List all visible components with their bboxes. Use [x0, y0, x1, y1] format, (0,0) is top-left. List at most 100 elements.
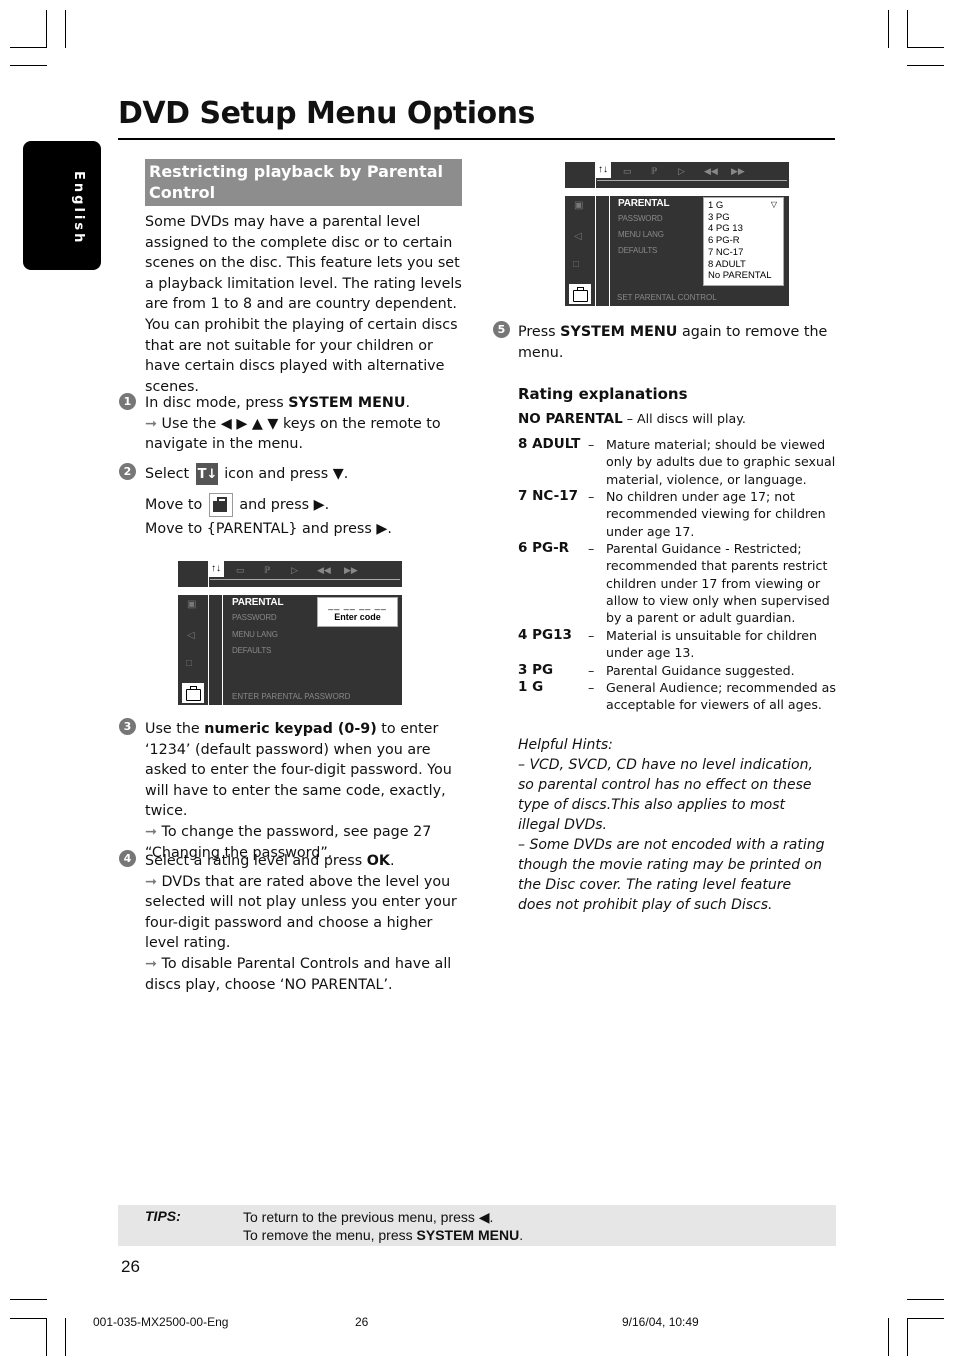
forward-icon: ▶▶: [731, 166, 745, 176]
osd-top-line: [597, 180, 787, 181]
rating-dash: –: [588, 663, 595, 678]
rewind-icon: ◀◀: [704, 166, 718, 176]
step-4-note-2: To disable Parental Controls and have al…: [145, 955, 452, 993]
tips-label: TIPS:: [145, 1208, 181, 1224]
crop-mark: [907, 47, 944, 48]
hint-item: – Some DVDs are not encoded with a ratin…: [518, 837, 825, 913]
tips-text: To return to the previous menu, press ◀.…: [243, 1208, 523, 1244]
rating-label: 3 PG: [518, 662, 554, 678]
rating-dash: –: [588, 628, 595, 643]
step-4: Select a rating level and press OK. ➞ DV…: [145, 851, 463, 995]
rewind-icon: ◀◀: [317, 565, 331, 575]
step-4-key: OK: [366, 853, 390, 869]
step-5-key: SYSTEM MENU: [560, 324, 678, 340]
subtitle-icon: □: [186, 658, 193, 669]
display-icon: ▭: [236, 565, 245, 575]
osd-top-line: [210, 579, 400, 580]
crop-mark: [907, 65, 944, 66]
rating-option[interactable]: No PARENTAL: [708, 270, 779, 282]
picture-icon: ▣: [574, 200, 584, 211]
step-5: Press SYSTEM MENU again to remove the me…: [518, 322, 833, 363]
crop-mark: [907, 1318, 944, 1319]
step-2-press-text: and press ▶.: [239, 497, 330, 513]
title-divider: [118, 138, 835, 140]
hints-title: Helpful Hints:: [518, 737, 613, 753]
tips-line-1: To return to the previous menu, press ◀.: [243, 1209, 494, 1225]
crop-mark: [888, 1318, 889, 1356]
footer-timestamp: 9/16/04, 10:49: [622, 1315, 699, 1329]
step-1-key: SYSTEM MENU: [288, 395, 406, 411]
osd-divider: [609, 196, 610, 306]
code-dashes: __ __ __ __: [328, 600, 387, 610]
step-1-text: In disc mode, press: [145, 395, 289, 411]
forward-icon: ▶▶: [344, 565, 358, 575]
tips-line-2: To remove the menu, press SYSTEM MENU.: [243, 1226, 523, 1244]
display-icon: ▭: [623, 166, 632, 176]
step-number-4: 4: [119, 850, 136, 867]
step-3-text: Use the: [145, 721, 205, 737]
step-2-line-1: Select icon and press ▼.: [145, 463, 465, 486]
speaker-icon: ◁: [574, 231, 582, 242]
osd-menu-password: PASSWORD: [232, 613, 277, 622]
osd-divider: [208, 561, 209, 705]
tips-line-2-text: To remove the menu, press: [243, 1227, 417, 1243]
speaker-icon: ◁: [187, 630, 195, 641]
hint-item: – VCD, SVCD, CD have no level indication…: [518, 757, 813, 833]
step-number-3: 3: [119, 718, 136, 735]
dropdown-arrow-icon: ▽: [770, 200, 777, 209]
rating-dropdown[interactable]: ▽ 1 G 3 PG 4 PG 13 6 PG-R 7 NC-17 8 ADUL…: [703, 197, 784, 286]
page-number: 26: [121, 1257, 140, 1276]
no-parental-row: NO PARENTAL – All discs will play.: [518, 411, 746, 427]
tips-line-2-key: SYSTEM MENU: [416, 1227, 520, 1243]
helpful-hints: Helpful Hints: – VCD, SVCD, CD have no l…: [518, 735, 828, 915]
rating-label: 6 PG-R: [518, 540, 570, 556]
language-tab: English: [23, 141, 101, 270]
osd-menu-defaults: DEFAULTS: [232, 646, 272, 655]
osd-menu-menu-lang: MENU LANG: [232, 630, 278, 639]
page-title: DVD Setup Menu Options: [118, 96, 535, 131]
rating-desc: Parental Guidance suggested.: [606, 663, 795, 678]
osd-menu-menu-lang: MENU LANG: [618, 230, 664, 239]
crop-mark: [65, 1318, 66, 1356]
rating-dash: –: [588, 680, 595, 695]
rating-desc: Mature material; should be viewed only b…: [606, 437, 836, 487]
rating-option[interactable]: 1 G: [708, 200, 779, 212]
osd-status-text: ENTER PARENTAL PASSWORD: [232, 692, 351, 701]
rating-option[interactable]: 4 PG 13: [708, 223, 779, 235]
rating-option[interactable]: 7 NC-17: [708, 247, 779, 259]
osd-rating-screen: ↑↓ ▭ ℙ ▷ ◀◀ ▶▶ ▣ ◁ □ PARENTAL PASSWORD M…: [565, 162, 789, 306]
step-2-icon-text: icon and press ▼.: [224, 466, 349, 482]
rating-option[interactable]: 6 PG-R: [708, 235, 779, 247]
no-parental-label: NO PARENTAL: [518, 411, 623, 427]
play-icon: ▷: [291, 565, 298, 575]
step-2-move-text: Move to: [145, 497, 203, 513]
rating-label: 1 G: [518, 679, 544, 695]
rating-desc: Parental Guidance - Restricted; recommen…: [606, 541, 830, 626]
tools-icon: [195, 463, 218, 486]
arrow-icon: ➞: [145, 873, 157, 890]
rating-option[interactable]: 3 PG: [708, 212, 779, 224]
rating-desc: Material is unsuitable for children unde…: [606, 628, 817, 661]
crop-mark: [10, 65, 47, 66]
rating-dash: –: [588, 541, 595, 556]
step-4-note-1: DVDs that are rated above the level you …: [145, 873, 457, 952]
crop-mark: [65, 10, 66, 48]
rating-option[interactable]: 8 ADULT: [708, 259, 779, 271]
osd-menu-defaults: DEFAULTS: [618, 246, 658, 255]
tools-icon: ↑↓: [208, 561, 224, 577]
footer-page: 26: [355, 1315, 369, 1329]
enter-code-popup: __ __ __ __ Enter code: [317, 597, 398, 627]
step-number-1: 1: [119, 393, 136, 410]
osd-menu-parental: PARENTAL: [618, 198, 670, 209]
enter-code-label: Enter code: [334, 611, 381, 622]
arrow-icon: ➞: [145, 955, 157, 972]
subtitle-icon: □: [573, 259, 580, 270]
osd-menu-parental: PARENTAL: [232, 597, 284, 608]
briefcase-icon: [569, 284, 591, 304]
osd-main-panel: ▣ ◁ □ PARENTAL PASSWORD MENU LANG DEFAUL…: [565, 162, 789, 306]
step-1-punct: .: [405, 395, 411, 411]
audio-icon: ℙ: [264, 565, 271, 575]
rating-dash: –: [588, 489, 595, 504]
step-5-text: Press: [518, 324, 561, 340]
arrow-icon: ➞: [145, 415, 157, 432]
